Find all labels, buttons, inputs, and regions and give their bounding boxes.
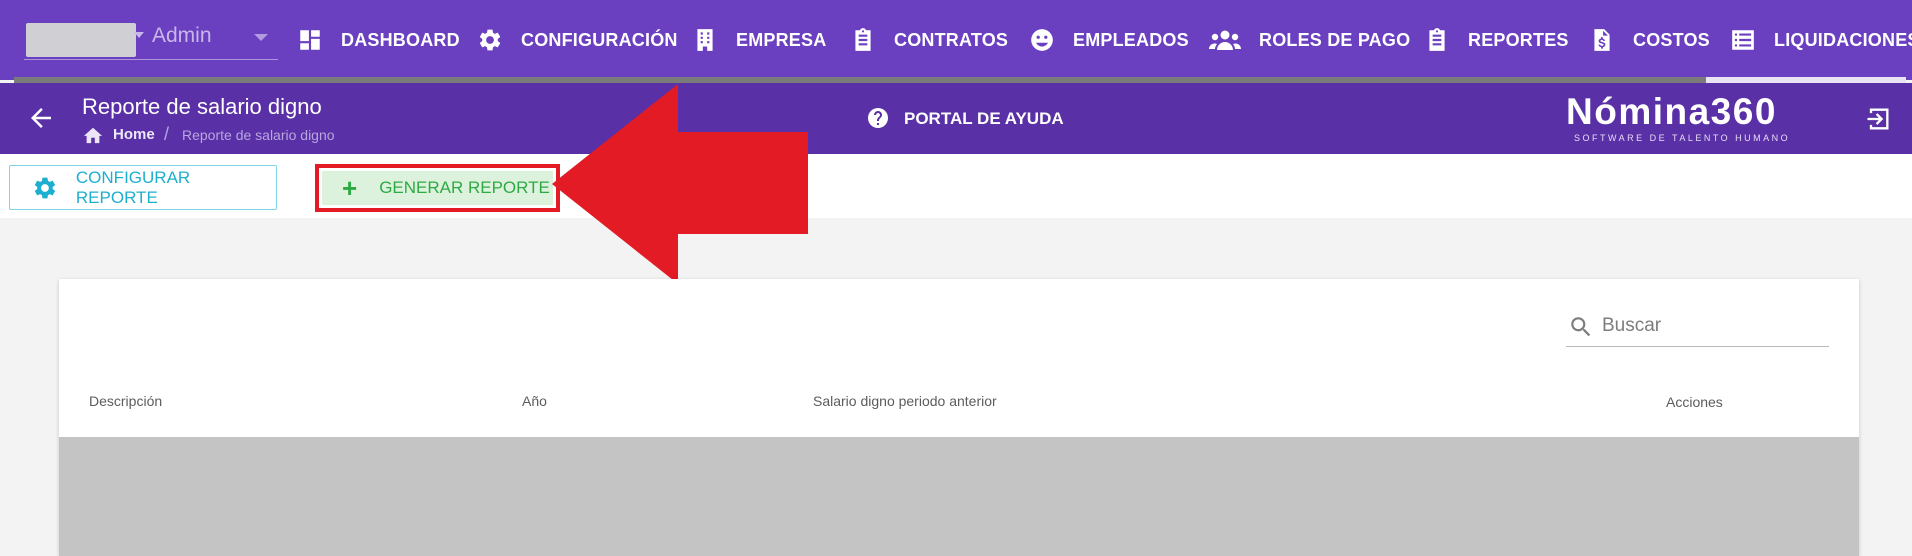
nav-roles-de-pago-label: ROLES DE PAGO: [1259, 29, 1411, 50]
generate-report-button[interactable]: + GENERAR REPORTE: [322, 171, 553, 205]
breadcrumb-separator: /: [164, 124, 170, 144]
nav-reportes-label: REPORTES: [1468, 29, 1569, 50]
clipboard-icon: [1429, 28, 1445, 51]
breadcrumb-current: Reporte de salario digno: [182, 127, 335, 143]
smiley-icon: [1031, 29, 1053, 51]
nav-empleados-label: EMPLEADOS: [1073, 29, 1189, 50]
nav-dashboard-label: DASHBOARD: [341, 29, 460, 50]
list-icon: [1732, 30, 1754, 50]
nav-contratos[interactable]: CONTRATOS: [850, 22, 1008, 58]
nav-empresa[interactable]: EMPRESA: [692, 22, 826, 58]
logout-icon[interactable]: [1864, 105, 1892, 133]
top-navigation: Admin DASHBOARD CONFIGURACIÓN EMPRESA CO…: [0, 0, 1912, 80]
nav-configuracion-label: CONFIGURACIÓN: [521, 29, 678, 50]
column-header-ano[interactable]: Año: [522, 393, 547, 409]
help-portal-link[interactable]: PORTAL DE AYUDA: [904, 109, 1064, 129]
page-header: Reporte de salario digno Home / Reporte …: [0, 83, 1912, 154]
clipboard-icon: [855, 28, 871, 51]
configure-report-button[interactable]: CONFIGURAR REPORTE: [9, 165, 277, 210]
search-icon: [1571, 317, 1591, 337]
search-input[interactable]: [1602, 311, 1822, 341]
help-icon[interactable]: [866, 106, 890, 130]
nav-empresa-label: EMPRESA: [736, 29, 827, 50]
nav-roles-de-pago[interactable]: ROLES DE PAGO: [1209, 22, 1410, 58]
brand-logo: Nómina360: [1566, 91, 1777, 132]
dashboard-icon: [300, 30, 320, 50]
report-table-card: Descripción Año Salario digno periodo an…: [59, 279, 1859, 556]
nav-costos-label: COSTOS: [1633, 29, 1710, 50]
column-header-descripcion[interactable]: Descripción: [89, 393, 162, 409]
configure-report-label: CONFIGURAR REPORTE: [75, 167, 191, 207]
nav-empleados[interactable]: EMPLEADOS: [1029, 22, 1189, 58]
nav-reportes[interactable]: REPORTES: [1424, 22, 1569, 58]
nav-liquidaciones-label: LIQUIDACIONES: [1774, 29, 1912, 50]
home-icon[interactable]: [82, 125, 104, 145]
user-selector[interactable]: Admin: [24, 18, 278, 60]
breadcrumb-home[interactable]: Home: [113, 126, 155, 143]
avatar-caret-icon: [134, 32, 144, 38]
back-arrow-icon[interactable]: [26, 103, 56, 133]
search-field[interactable]: [1566, 305, 1829, 347]
page-title: Reporte de salario digno: [82, 94, 322, 119]
nav-liquidaciones[interactable]: LIQUIDACIONES: [1730, 22, 1912, 58]
toolbar: CONFIGURAR REPORTE + GENERAR REPORTE: [0, 154, 1912, 218]
chevron-down-icon[interactable]: [254, 34, 268, 41]
plus-icon: +: [342, 173, 358, 203]
dollar-file-icon: [1594, 29, 1610, 51]
nav-contratos-label: CONTRATOS: [894, 29, 1009, 50]
nav-costos[interactable]: COSTOS: [1589, 22, 1710, 58]
generate-report-label: GENERAR REPORTE: [379, 178, 550, 197]
building-icon: [697, 29, 713, 51]
nav-dashboard[interactable]: DASHBOARD: [297, 22, 460, 58]
column-header-salario-digno[interactable]: Salario digno periodo anterior: [813, 393, 997, 409]
annotation-arrow-icon: [552, 84, 808, 284]
gear-icon: [34, 177, 56, 198]
table-body-loading: [59, 437, 1859, 556]
user-role: Admin: [152, 24, 212, 47]
users-icon: [1209, 30, 1241, 50]
gear-icon: [479, 29, 501, 51]
nav-configuracion[interactable]: CONFIGURACIÓN: [477, 22, 678, 58]
column-header-acciones: Acciones: [1666, 394, 1723, 410]
user-avatar: [26, 23, 136, 57]
brand-tagline: SOFTWARE DE TALENTO HUMANO: [1574, 133, 1791, 143]
